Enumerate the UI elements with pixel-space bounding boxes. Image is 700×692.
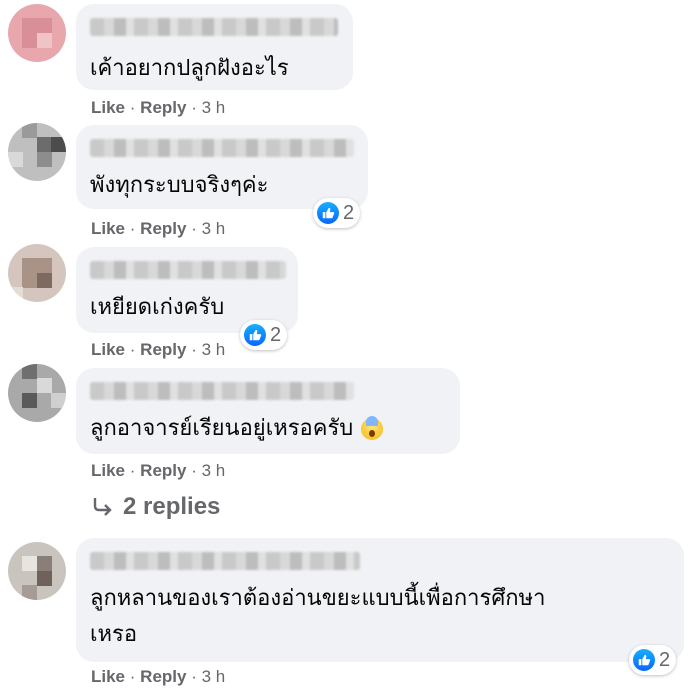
reaction-count-label: 2 [659, 648, 671, 671]
comment-bubble: เค้าอยากปลูกฝังอะไร [76, 4, 353, 90]
avatar[interactable] [8, 364, 66, 422]
like-link[interactable]: Like [91, 340, 125, 359]
comment-text: เหยียดเก่งครับ [90, 294, 225, 319]
timestamp[interactable]: 3 h [202, 667, 226, 687]
separator: · [191, 340, 197, 359]
author-name-blurred[interactable] [90, 18, 338, 36]
reaction-count[interactable]: 2 [629, 645, 677, 675]
separator: · [129, 219, 136, 238]
comment-text: พังทุกระบบจริงๆค่ะ [90, 172, 269, 197]
reply-link[interactable]: Reply [140, 461, 186, 480]
thumbs-up-icon [317, 202, 339, 224]
reply-link[interactable]: Reply [140, 219, 186, 238]
comment-bubble: พังทุกระบบจริงๆค่ะ [76, 125, 368, 209]
thumbs-up-icon [244, 324, 266, 346]
comment-actions: Like · Reply · 3 h [91, 219, 225, 239]
avatar[interactable] [8, 244, 66, 302]
separator: · [129, 461, 136, 480]
separator: · [129, 98, 136, 117]
comment-text-line-2: เหรอ [90, 621, 138, 646]
separator: · [191, 667, 197, 686]
comment-actions: Like · Reply · 3 h [91, 667, 225, 687]
reaction-count[interactable]: 2 [313, 198, 361, 228]
reaction-count-label: 2 [343, 201, 355, 224]
reply-link[interactable]: Reply [140, 667, 186, 686]
timestamp[interactable]: 3 h [202, 98, 226, 118]
author-name-blurred[interactable] [90, 139, 354, 157]
reaction-count-label: 2 [270, 323, 282, 346]
avatar[interactable] [8, 123, 66, 181]
like-link[interactable]: Like [91, 98, 125, 117]
reply-link[interactable]: Reply [140, 98, 186, 117]
reply-link[interactable]: Reply [140, 340, 186, 359]
comment-text: ลูกอาจารย์เรียนอยู่เหรอครับ [90, 412, 384, 444]
avatar[interactable] [8, 542, 66, 600]
comment-text-label: ลูกอาจารย์เรียนอยู่เหรอครับ [90, 415, 354, 440]
thumbs-up-icon [633, 649, 655, 671]
comment-actions: Like · Reply · 3 h [91, 340, 225, 360]
reaction-count[interactable]: 2 [240, 320, 288, 350]
comment-actions: Like · Reply · 3 h [91, 461, 225, 481]
replies-count-label: 2 replies [123, 493, 221, 520]
like-link[interactable]: Like [91, 667, 125, 686]
comment-bubble: ลูกอาจารย์เรียนอยู่เหรอครับ [76, 368, 460, 454]
comment-actions: Like · Reply · 3 h [91, 98, 225, 118]
like-link[interactable]: Like [91, 461, 125, 480]
author-name-blurred[interactable] [90, 261, 286, 279]
separator: · [129, 667, 136, 686]
timestamp[interactable]: 3 h [202, 219, 226, 239]
separator: · [191, 219, 197, 238]
face-screaming-in-fear-icon [361, 416, 384, 441]
timestamp[interactable]: 3 h [202, 461, 226, 481]
author-name-blurred[interactable] [90, 552, 360, 570]
comment-text-line-1: ลูกหลานของเราต้องอ่านขยะแบบนี้เพื่อการศึ… [90, 585, 546, 610]
separator: · [129, 340, 136, 359]
like-link[interactable]: Like [91, 219, 125, 238]
avatar[interactable] [8, 4, 66, 62]
author-name-blurred[interactable] [90, 382, 354, 400]
comment-bubble: ลูกหลานของเราต้องอ่านขยะแบบนี้เพื่อการศึ… [76, 538, 684, 662]
separator: · [191, 461, 197, 480]
reply-arrow-icon [93, 498, 112, 516]
separator: · [191, 98, 197, 117]
timestamp[interactable]: 3 h [202, 340, 226, 360]
view-replies-link[interactable]: 2 replies [91, 493, 220, 521]
comment-text: เค้าอยากปลูกฝังอะไร [90, 55, 289, 80]
